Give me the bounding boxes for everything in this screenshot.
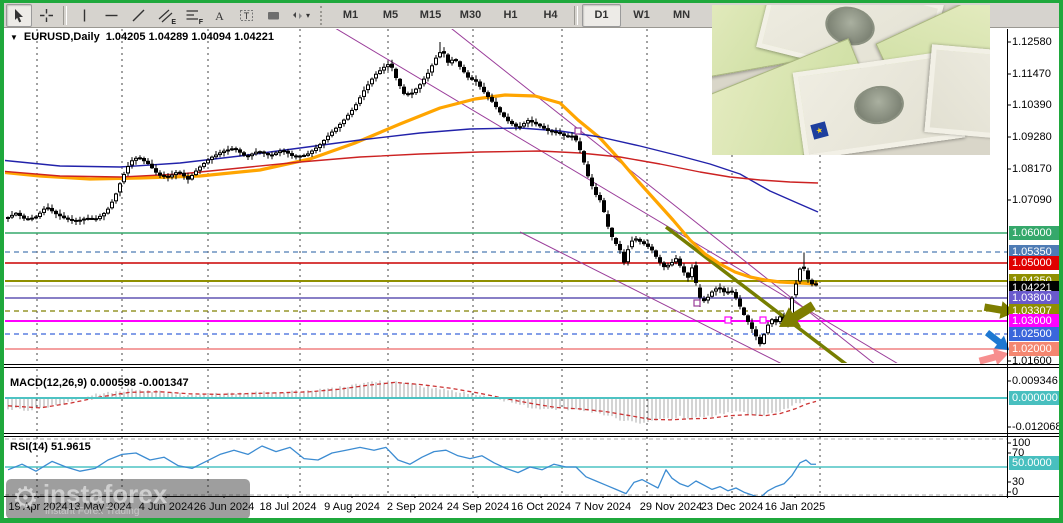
window-border <box>0 0 4 523</box>
rsi-mid-badge: 50.0000 <box>1009 456 1059 470</box>
rsi-tick-label: 0 <box>1012 486 1019 498</box>
symbol-dropdown-icon[interactable]: ▼ <box>10 33 18 42</box>
window-border <box>0 518 1063 523</box>
date-tick-label: 16 Jan 2025 <box>764 501 826 513</box>
timeframe-m30-button[interactable]: M30 <box>451 4 490 27</box>
mt4-chart-window: E F A T ▾ M1 M5 M15 M30 H1 H4 D1 W1 MN ▼ EURUSD,Daily… <box>0 0 1063 523</box>
date-tick-label: 24 Sep 2024 <box>446 501 510 513</box>
price-tick-label: 1.08170 <box>1012 163 1052 175</box>
price-tick-label: 1.09280 <box>1012 131 1052 143</box>
brand-name: instaforex <box>42 478 168 509</box>
toolbar-grip <box>320 5 326 25</box>
arrows-tool-button[interactable]: ▾ <box>287 4 313 27</box>
symbol-label: EURUSD,Daily <box>23 31 100 43</box>
horizontal-line-tool-button[interactable] <box>98 4 124 27</box>
price-tick-label: 1.12580 <box>1012 36 1052 48</box>
shapes-tool-button[interactable] <box>260 4 286 27</box>
toolbar-separator <box>574 5 578 25</box>
price-level-badge: 1.02000 <box>1009 342 1059 356</box>
window-border <box>1059 0 1063 523</box>
price-tick-label: 1.07090 <box>1012 194 1052 206</box>
date-tick-label: 29 Nov 2024 <box>639 501 703 513</box>
timeframe-m5-button[interactable]: M5 <box>371 4 410 27</box>
macd-tick-label: 0.009346 <box>1012 375 1058 387</box>
date-tick-label: 7 Nov 2024 <box>574 501 632 513</box>
date-tick-label: 18 Jul 2024 <box>259 501 317 513</box>
gear-logo-icon: ⚙ <box>12 482 39 515</box>
macd-tick-label: -0.012068 <box>1012 421 1062 433</box>
date-tick-label: 23 Dec 2024 <box>700 501 764 513</box>
timeframe-d1-button[interactable]: D1 <box>582 3 621 27</box>
svg-text:A: A <box>215 9 224 23</box>
price-tick-label: 1.10390 <box>1012 99 1052 111</box>
trendline-tool-button[interactable] <box>125 4 151 27</box>
symbol-ohlc-line: ▼ EURUSD,Daily 1.04205 1.04289 1.04094 1… <box>10 31 274 43</box>
timeframe-mn-button[interactable]: MN <box>662 4 701 27</box>
money-photo: ★ ★ <box>712 5 990 155</box>
text-label-tool-button[interactable]: T <box>233 4 259 27</box>
dollar-banknote <box>924 44 990 142</box>
date-tick-label: 2 Sep 2024 <box>386 501 444 513</box>
toolbar-separator <box>63 5 67 25</box>
price-level-badge: 1.03000 <box>1009 314 1059 328</box>
vertical-line-tool-button[interactable] <box>71 4 97 27</box>
crosshair-tool-button[interactable] <box>33 4 59 27</box>
timeframe-h1-button[interactable]: H1 <box>491 4 530 27</box>
price-level-badge: 1.05000 <box>1009 256 1059 270</box>
timeframe-m1-button[interactable]: M1 <box>331 4 370 27</box>
timeframe-w1-button[interactable]: W1 <box>622 4 661 27</box>
cursor-tool-button[interactable] <box>6 3 32 27</box>
rsi-indicator-label: RSI(14) 51.9615 <box>10 441 91 453</box>
macd-zero-badge: 0.000000 <box>1009 391 1059 405</box>
price-level-badge: 1.06000 <box>1009 226 1059 240</box>
date-tick-label: 9 Aug 2024 <box>324 501 380 513</box>
equidistant-channel-tool-button[interactable]: E <box>152 4 178 27</box>
timeframe-m15-button[interactable]: M15 <box>411 4 450 27</box>
ohlc-values: 1.04205 1.04289 1.04094 1.04221 <box>105 31 274 43</box>
price-tick-label: 1.01600 <box>1012 355 1052 367</box>
text-tool-button[interactable]: A <box>206 4 232 27</box>
price-level-badge: 1.02500 <box>1009 327 1059 341</box>
brand-tagline: Instant Forex Trading <box>44 505 140 517</box>
price-tick-label: 1.11470 <box>1012 68 1051 80</box>
date-tick-label: 16 Oct 2024 <box>511 501 571 513</box>
timeframe-h4-button[interactable]: H4 <box>531 4 570 27</box>
portrait-oval <box>851 82 907 128</box>
macd-indicator-label: MACD(12,26,9) 0.000598 -0.001347 <box>10 377 189 389</box>
fibonacci-retracement-tool-button[interactable]: F <box>179 4 205 27</box>
instaforex-watermark: ⚙ instaforex Instant Forex Trading <box>6 479 250 519</box>
price-level-badge: 1.03800 <box>1009 291 1059 305</box>
window-border <box>0 0 1063 3</box>
svg-text:T: T <box>243 11 249 21</box>
